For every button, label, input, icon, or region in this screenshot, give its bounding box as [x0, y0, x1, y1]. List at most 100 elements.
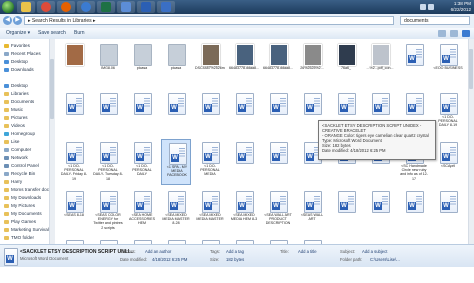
file-item[interactable]: W <SEA MIXED MEDIA MASTER	[195, 188, 225, 234]
file-item[interactable]: W	[229, 90, 259, 136]
sidebar-item[interactable]: Desktop	[4, 82, 28, 90]
file-item[interactable]: W	[195, 90, 225, 136]
sidebar-scrollbar-thumb[interactable]	[50, 59, 54, 119]
tags-value[interactable]: Add a tag	[226, 249, 244, 254]
organize-menu[interactable]: Organize ▾	[6, 30, 30, 36]
network-tray-icon[interactable]	[420, 4, 426, 10]
word-document-icon: W	[270, 142, 288, 164]
volume-tray-icon[interactable]	[428, 4, 434, 10]
file-item[interactable]: W <1 DO-PERSONAL DAILY 8-19	[433, 90, 463, 136]
forward-button[interactable]: ▶	[13, 16, 22, 25]
sidebar-item[interactable]: My Documents	[4, 210, 42, 218]
file-item[interactable]: W	[331, 188, 361, 234]
sidebar-item[interactable]: Lise	[4, 138, 19, 146]
file-item[interactable]: picasa	[161, 41, 191, 87]
sidebar-item[interactable]: Computer	[4, 146, 31, 154]
search-input[interactable]: documents	[400, 16, 470, 25]
title-value[interactable]: Add a title	[298, 249, 317, 254]
file-item[interactable]: W <1 DO-PERSONAL DAILY	[127, 139, 157, 185]
sidebar-item[interactable]: Network	[4, 154, 28, 162]
file-item[interactable]: 76a6_	[331, 41, 361, 87]
sidebar-item[interactable]: Pictures	[4, 114, 28, 122]
file-item[interactable]: W	[433, 188, 463, 234]
back-button[interactable]: ◀	[3, 16, 12, 25]
word-document-icon: W	[304, 191, 322, 213]
file-item[interactable]: IMG8.06	[93, 41, 123, 87]
sidebar-item[interactable]: Moms transfer docs	[4, 186, 51, 194]
word-document-icon: W	[338, 191, 356, 213]
burn-button[interactable]: Burn	[74, 30, 85, 36]
save-search-button[interactable]: Save search	[38, 30, 66, 36]
taskbar-app-firefox[interactable]	[57, 1, 75, 13]
file-item[interactable]: W <EOO BUSINESS	[433, 41, 463, 87]
file-item[interactable]: W	[59, 90, 89, 136]
preview-pane-icon[interactable]	[450, 30, 458, 37]
downloads-icon	[4, 67, 9, 72]
file-item[interactable]: W	[365, 188, 395, 234]
word-document-icon: W	[372, 93, 390, 115]
file-item[interactable]: W <1 DO-PERSONAL MEDIA	[195, 139, 225, 185]
file-list-scrollbar[interactable]	[468, 39, 474, 244]
file-item[interactable]	[59, 41, 89, 87]
file-item[interactable]: DSC4487%2526mark%2526%	[195, 41, 225, 87]
file-item[interactable]: W <SEAS WALL ART	[297, 188, 327, 234]
sidebar-item[interactable]: Videos	[4, 122, 25, 130]
address-field[interactable]: ▸ Search Results in Libraries ▸	[24, 16, 394, 25]
file-item[interactable]: W	[399, 188, 429, 234]
file-item[interactable]: W	[93, 90, 123, 136]
clock[interactable]: 1:38 PM 6/22/2012	[437, 1, 471, 12]
help-icon[interactable]	[462, 30, 470, 37]
taskbar-app-paint[interactable]	[117, 1, 135, 13]
sidebar-item[interactable]: My Pictures	[4, 202, 35, 210]
taskbar-app-media-player[interactable]	[77, 1, 95, 13]
file-item[interactable]: W	[399, 41, 429, 87]
sidebar-item[interactable]: Downloads	[4, 66, 34, 74]
file-item[interactable]: W	[263, 139, 293, 185]
file-item[interactable]: W <SEAS COLOR ENERGY for Twitter and pint…	[93, 188, 123, 234]
authors-value[interactable]: Add an author	[145, 249, 171, 254]
file-item[interactable]: W <SEA MIXED MEDIA HEM 8-3	[229, 188, 259, 234]
sidebar-item[interactable]: Desktop	[4, 58, 28, 66]
file-list-scrollbar-thumb[interactable]	[469, 49, 473, 89]
file-item[interactable]: W <SCApril	[433, 139, 463, 185]
taskbar-app-chrome[interactable]	[37, 1, 55, 13]
sidebar-item[interactable]: Homegroup	[4, 130, 35, 138]
sidebar-item[interactable]: Recycle Bin	[4, 170, 35, 178]
sidebar-item[interactable]: Harry	[4, 178, 22, 186]
sidebar-item[interactable]: Recent Places	[4, 50, 41, 58]
taskbar-app-word[interactable]	[137, 1, 155, 13]
file-item[interactable]: picasa	[127, 41, 157, 87]
file-item[interactable]: W	[263, 90, 293, 136]
sidebar-item[interactable]: Play Games	[4, 218, 36, 226]
folder-icon	[4, 203, 9, 208]
file-item[interactable]: 26%2525%2...	[297, 41, 327, 87]
file-item[interactable]: W	[127, 90, 157, 136]
file-item[interactable]: W	[161, 90, 191, 136]
sidebar-item[interactable]: Documents	[4, 98, 34, 106]
change-view-icon[interactable]	[438, 30, 446, 37]
sidebar-item[interactable]: My Downloads	[4, 194, 41, 202]
taskbar-app-explorer[interactable]	[17, 1, 35, 13]
file-item[interactable]: W <1 DO-PERSONAL DAILY- Tuesday 8-18	[93, 139, 123, 185]
start-button[interactable]	[2, 1, 14, 13]
sidebar-item[interactable]: TMO folder	[4, 234, 34, 242]
sidebar-item-label: Downloads	[11, 67, 34, 72]
sidebar-item[interactable]: Favorites	[4, 42, 30, 50]
file-item[interactable]: 66483778.ddaa8...	[263, 41, 293, 87]
taskbar-app-excel[interactable]	[97, 1, 115, 13]
file-item[interactable]: W <1 SPA - MY MEDIA FACEBOOK	[161, 139, 191, 185]
file-item[interactable]: W <1 DO-PERSONAL DAILY- Friday 8-19	[59, 139, 89, 185]
file-item[interactable]: W	[229, 139, 259, 185]
subject-value[interactable]: Add a subject	[362, 249, 387, 254]
file-item[interactable]: ...%2...pdf_con...	[365, 41, 395, 87]
sidebar-item[interactable]: Music	[4, 106, 23, 114]
sidebar-item[interactable]: Libraries	[4, 90, 29, 98]
file-item[interactable]: W <SEAS 8-18	[59, 188, 89, 234]
file-item[interactable]: W <SEA MIXED MEDIA MASTER 8-28	[161, 188, 191, 234]
file-item[interactable]: W <SEA HOME ACCESSORIES HEM	[127, 188, 157, 234]
file-item[interactable]: 66483778.ddaa8...	[229, 41, 259, 87]
taskbar-app-outlook[interactable]	[157, 1, 175, 13]
file-label: 76a6_	[341, 66, 351, 70]
file-item[interactable]: W <SEA WALL ART PRODUCT DESCRIPTION	[263, 188, 293, 234]
sidebar-item[interactable]: Control Panel	[4, 162, 39, 170]
